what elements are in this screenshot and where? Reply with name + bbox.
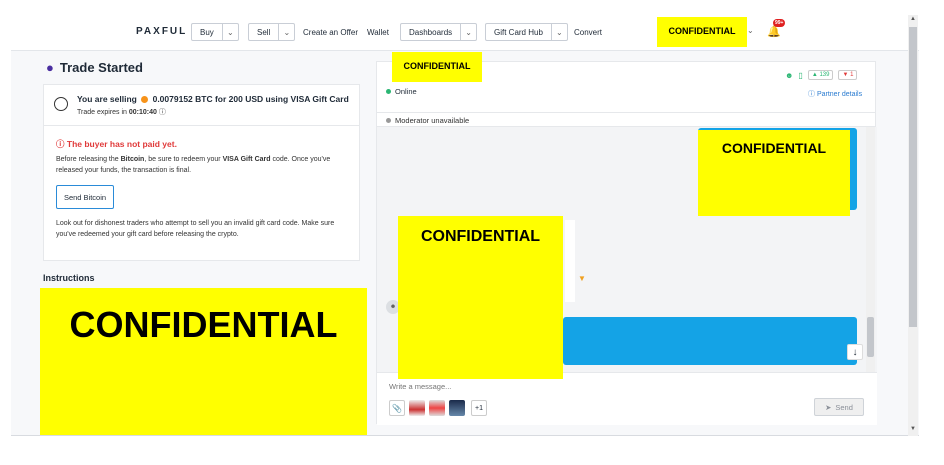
offline-dot-icon bbox=[386, 118, 391, 123]
send-bitcoin-button[interactable]: Send Bitcoin bbox=[56, 185, 114, 209]
moderator-status-text: Moderator unavailable bbox=[395, 116, 470, 125]
chevron-down-icon[interactable]: ⌄ bbox=[747, 26, 754, 35]
notice-text: , be sure to redeem your bbox=[144, 156, 223, 163]
page-scrollbar[interactable]: ▲ ▼ bbox=[908, 15, 918, 436]
online-dot-icon bbox=[386, 89, 391, 94]
info-icon[interactable]: ⓘ bbox=[159, 109, 166, 116]
instructions-redacted: CONFIDENTIAL bbox=[40, 288, 367, 435]
gift-card-hub-dropdown[interactable]: Gift Card Hub ⌄ bbox=[485, 23, 568, 41]
thumbs-down-icon: ▼ bbox=[842, 72, 849, 78]
wallet-link[interactable]: Wallet bbox=[367, 28, 389, 37]
divider bbox=[44, 125, 359, 126]
attachment-thumbnail[interactable] bbox=[409, 400, 425, 416]
page-title-text: Trade Started bbox=[59, 60, 143, 75]
create-offer-link[interactable]: Create an Offer bbox=[303, 28, 358, 37]
user-menu-redacted[interactable]: CONFIDENTIAL bbox=[657, 17, 747, 47]
outgoing-message bbox=[563, 317, 857, 365]
notice-bitcoin: Bitcoin bbox=[120, 156, 145, 163]
chat-scrollbar[interactable] bbox=[866, 127, 875, 372]
send-label: Send bbox=[835, 402, 853, 412]
likes-badge: ▲ 139 bbox=[807, 70, 834, 80]
convert-link[interactable]: Convert bbox=[574, 28, 602, 37]
gift-card-hub-label: Gift Card Hub bbox=[494, 27, 543, 37]
trade-status-card: You are selling 0.0079152 BTC for 200 US… bbox=[43, 84, 360, 261]
expiry-timer: 00:10:40 bbox=[128, 109, 157, 116]
incoming-message bbox=[565, 220, 575, 302]
thumbs-up-icon: ▲ bbox=[811, 72, 818, 78]
fraud-warning: Look out for dishonest traders who attem… bbox=[56, 220, 335, 238]
page-title: ● Trade Started bbox=[46, 60, 143, 75]
message-redacted: CONFIDENTIAL bbox=[398, 216, 563, 379]
online-status-text: Online bbox=[395, 87, 417, 96]
selling-summary: You are selling 0.0079152 BTC for 200 US… bbox=[77, 94, 349, 104]
bitcoin-icon bbox=[141, 96, 149, 104]
buy-label: Buy bbox=[200, 27, 214, 37]
likes-count: 139 bbox=[819, 72, 830, 78]
dislikes-badge: ▼ 1 bbox=[838, 70, 858, 80]
app-window: PAXFUL Buy ⌄ Sell ⌄ Create an Offer Wall… bbox=[11, 15, 919, 436]
selling-detail: 0.0079152 BTC for 200 USD using VISA Gif… bbox=[152, 94, 349, 104]
arrow-down-icon: ↓ bbox=[852, 346, 858, 358]
more-attachments-button[interactable]: +1 bbox=[471, 400, 487, 416]
partner-name-redacted: CONFIDENTIAL bbox=[392, 52, 482, 82]
top-navigation: PAXFUL Buy ⌄ Sell ⌄ Create an Offer Wall… bbox=[11, 15, 919, 51]
attachment-thumbnail[interactable] bbox=[429, 400, 445, 416]
expiry-label: Trade expires in bbox=[77, 109, 127, 116]
paxful-logo[interactable]: PAXFUL bbox=[136, 26, 187, 37]
chevron-down-icon: ⌄ bbox=[550, 24, 567, 40]
phone-verified-icon: ▯ bbox=[798, 70, 803, 80]
chevron-down-icon: ⌄ bbox=[460, 24, 476, 40]
notice-card: VISA Gift Card bbox=[222, 156, 271, 163]
clock-icon bbox=[54, 97, 68, 111]
paperclip-icon[interactable]: 📎 bbox=[389, 400, 405, 416]
warning-circle-icon: ⓘ bbox=[56, 139, 65, 149]
message-redacted: CONFIDENTIAL bbox=[698, 130, 850, 216]
bullet-icon: ● bbox=[46, 60, 54, 75]
sell-dropdown[interactable]: Sell ⌄ bbox=[248, 23, 296, 41]
shield-icon: ▼ bbox=[578, 274, 586, 283]
instructions-heading: Instructions bbox=[43, 273, 95, 283]
scroll-down-button[interactable]: ↓ bbox=[847, 344, 863, 360]
partner-details-label: Partner details bbox=[816, 91, 863, 98]
scroll-down-arrow-icon[interactable]: ▼ bbox=[910, 426, 916, 432]
payment-alert: ⓘ The buyer has not paid yet. bbox=[56, 138, 177, 150]
chevron-down-icon: ⌄ bbox=[221, 24, 238, 40]
partner-details-link[interactable]: ⓘ Partner details bbox=[808, 89, 862, 99]
payment-alert-text: The buyer has not paid yet. bbox=[66, 139, 177, 149]
page-scrollbar-thumb[interactable] bbox=[909, 27, 917, 327]
verified-user-icon: ☻ bbox=[785, 70, 794, 80]
chat-scrollbar-thumb[interactable] bbox=[867, 317, 874, 357]
scroll-up-arrow-icon[interactable]: ▲ bbox=[910, 16, 916, 22]
chevron-down-icon: ⌄ bbox=[278, 24, 294, 40]
send-icon: ➤ bbox=[825, 402, 832, 412]
release-notice: Before releasing the Bitcoin, be sure to… bbox=[56, 154, 356, 176]
sell-label: Sell bbox=[257, 27, 271, 37]
trade-expiry: Trade expires in 00:10:40 ⓘ bbox=[77, 107, 166, 117]
attachment-thumbnail[interactable] bbox=[449, 400, 465, 416]
partner-badges: ☻ ▯ ▲ 139 ▼ 1 bbox=[785, 70, 858, 80]
notice-text: Before releasing the bbox=[56, 156, 121, 163]
send-message-button[interactable]: ➤ Send bbox=[814, 398, 864, 416]
buy-dropdown[interactable]: Buy ⌄ bbox=[191, 23, 239, 41]
notification-badge: 99+ bbox=[773, 19, 786, 27]
dashboards-dropdown[interactable]: Dashboards ⌄ bbox=[400, 23, 478, 41]
online-status: Online bbox=[386, 87, 417, 96]
dashboards-label: Dashboards bbox=[409, 27, 453, 37]
selling-prefix: You are selling bbox=[77, 94, 137, 104]
dislikes-count: 1 bbox=[850, 72, 854, 78]
info-icon: ⓘ bbox=[808, 91, 815, 98]
message-input[interactable] bbox=[389, 382, 789, 391]
message-composer: 📎 +1 ➤Send bbox=[377, 372, 877, 425]
moderator-status: Moderator unavailable bbox=[377, 112, 875, 127]
